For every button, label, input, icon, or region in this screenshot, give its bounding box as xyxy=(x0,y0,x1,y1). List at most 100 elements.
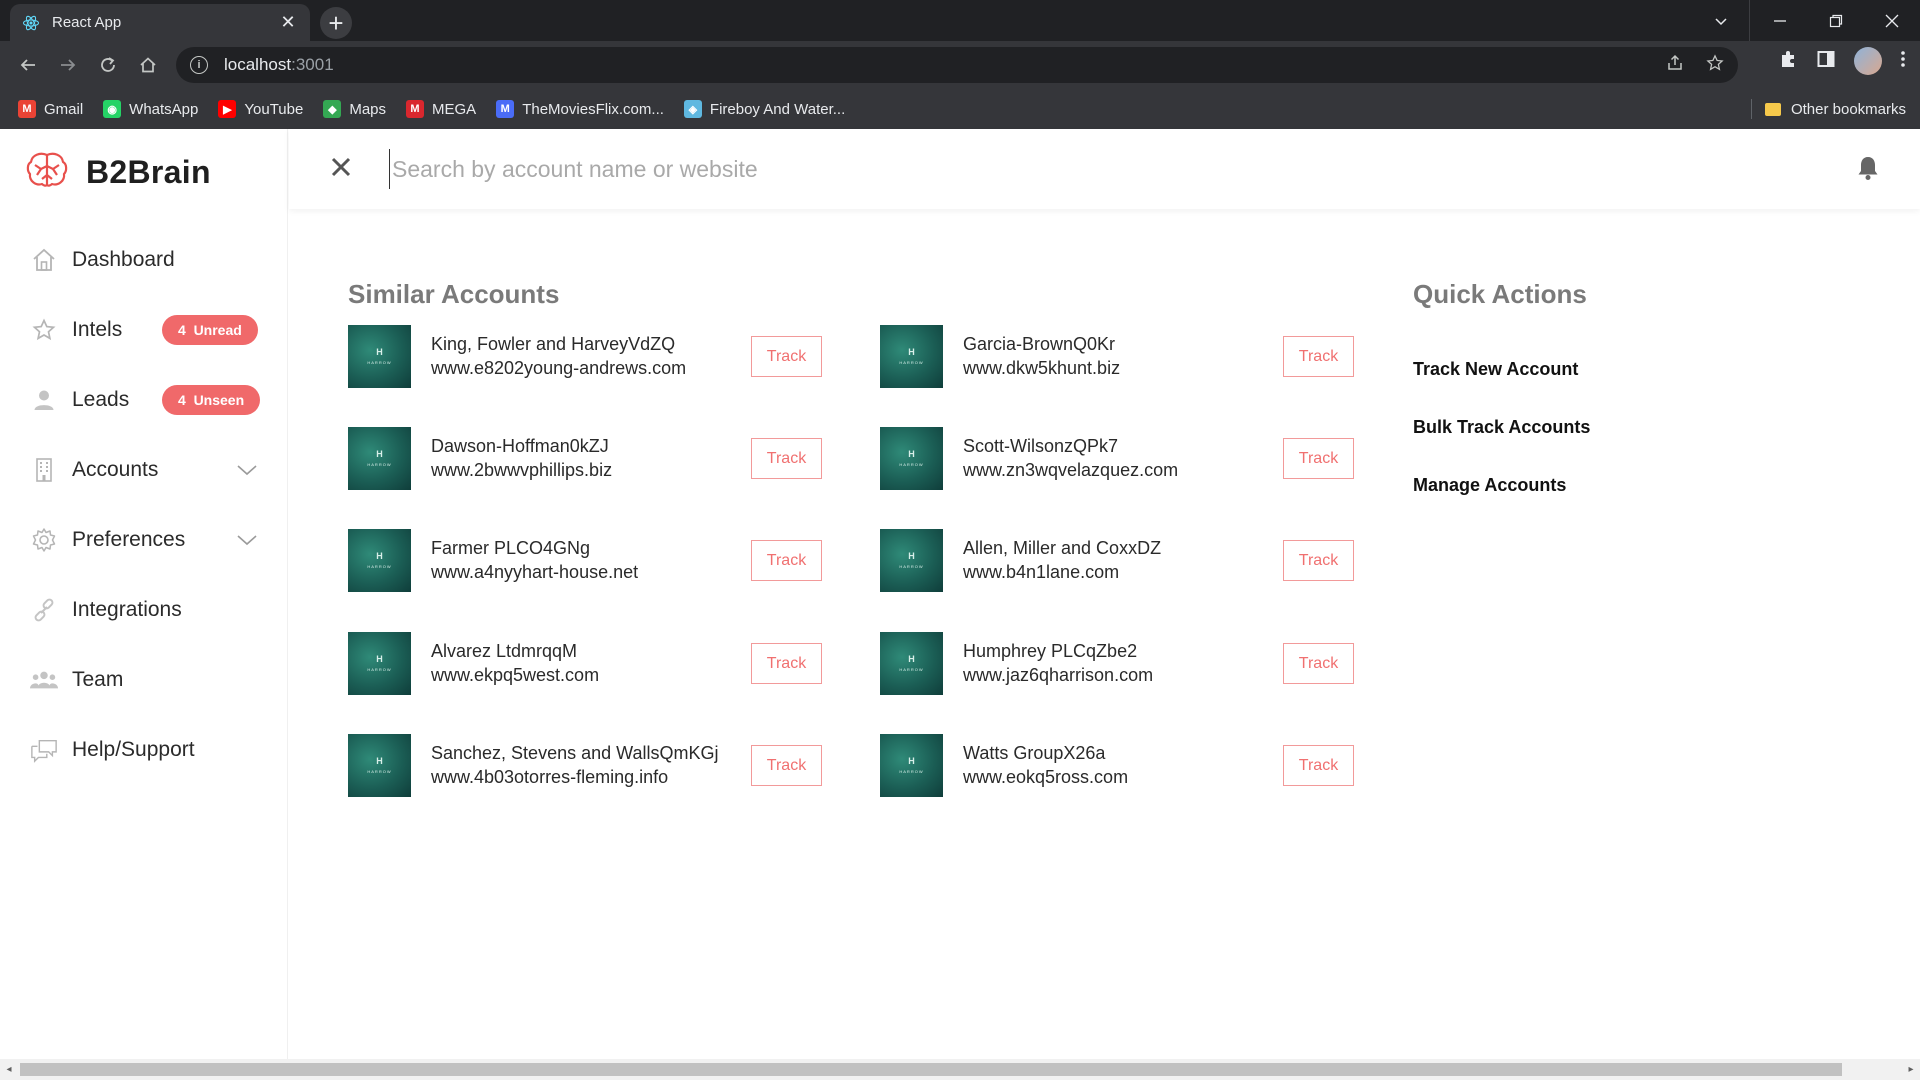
bookmark-item[interactable]: M TheMoviesFlix.com... xyxy=(496,100,664,118)
site-info-icon[interactable]: i xyxy=(190,56,208,74)
restore-button[interactable] xyxy=(1808,0,1864,41)
reload-icon[interactable] xyxy=(88,45,128,85)
sidebar-nav: Dashboard Intels 4 Unread Leads 4 Unseen xyxy=(30,225,270,785)
sidebar-item-leads[interactable]: Leads 4 Unseen xyxy=(30,365,270,435)
bookmark-star-icon[interactable] xyxy=(1706,53,1724,77)
account-website[interactable]: www.a4nyyhart-house.net xyxy=(431,560,741,584)
sidebar-item-preferences[interactable]: Preferences xyxy=(30,505,270,575)
forward-arrow-icon[interactable] xyxy=(48,45,88,85)
sidebar-item-label: Intels xyxy=(72,318,123,341)
moviesflix-icon: M xyxy=(496,100,515,118)
browser-menu-icon[interactable] xyxy=(1900,49,1906,74)
bookmark-item[interactable]: ▶ YouTube xyxy=(218,100,303,118)
scroll-left-arrow-icon[interactable]: ◂ xyxy=(4,1063,14,1076)
account-card[interactable]: H HARROW Allen, Miller and CoxxDZ www.b4n1l… xyxy=(880,528,1366,592)
sidebar-item-intels[interactable]: Intels 4 Unread xyxy=(30,295,270,365)
account-website[interactable]: www.zn3wqvelazquez.com xyxy=(963,458,1273,482)
bulk-track-accounts-link[interactable]: Bulk Track Accounts xyxy=(1413,398,1590,456)
share-icon[interactable] xyxy=(1666,54,1684,77)
track-button[interactable]: Track xyxy=(1283,336,1354,377)
account-card[interactable]: H HARROW Sanchez, Stevens and WallsQmKGj ww… xyxy=(348,733,834,797)
back-arrow-icon[interactable] xyxy=(8,45,48,85)
account-card[interactable]: H HARROW Watts GroupX26a www.eokq5ross.com T… xyxy=(880,733,1366,797)
sidebar-item-label: Preferences xyxy=(72,528,186,551)
track-button[interactable]: Track xyxy=(751,438,822,479)
sidebar-item-team[interactable]: Team xyxy=(30,645,270,715)
account-info: Allen, Miller and CoxxDZ www.b4n1lane.com xyxy=(963,536,1273,584)
account-card[interactable]: H HARROW Dawson-Hoffman0kZJ www.2bwwvphilli… xyxy=(348,426,834,490)
brand-logo[interactable]: B2Brain xyxy=(26,151,211,194)
account-info: Watts GroupX26a www.eokq5ross.com xyxy=(963,741,1273,789)
account-website[interactable]: www.4b03otorres-fleming.info xyxy=(431,765,741,789)
other-bookmarks[interactable]: Other bookmarks xyxy=(1764,101,1906,118)
account-card[interactable]: H HARROW Scott-WilsonzQPk7 www.zn3wqvelazqu… xyxy=(880,426,1366,490)
sidebar-item-help[interactable]: Help/Support xyxy=(30,715,270,785)
bookmark-label: Fireboy And Water... xyxy=(709,100,846,118)
account-website[interactable]: www.2bwwvphillips.biz xyxy=(431,458,741,482)
logo-word: HARROW xyxy=(367,768,392,774)
account-card[interactable]: H HARROW King, Fowler and HarveyVdZQ www.e8… xyxy=(348,324,834,388)
bookmark-item[interactable]: ◆ Maps xyxy=(323,100,386,118)
minimize-button[interactable] xyxy=(1752,0,1808,41)
horizontal-scrollbar[interactable]: ◂ ▸ xyxy=(0,1059,1920,1080)
address-bar[interactable]: i localhost:3001 xyxy=(176,47,1738,83)
track-button[interactable]: Track xyxy=(1283,745,1354,786)
chevron-down-icon[interactable] xyxy=(236,459,258,483)
tab-close-icon[interactable]: ✕ xyxy=(278,12,298,33)
chevron-down-icon[interactable] xyxy=(236,529,258,553)
close-icon[interactable] xyxy=(329,155,353,179)
account-website[interactable]: www.e8202young-andrews.com xyxy=(431,356,741,380)
account-website[interactable]: www.ekpq5west.com xyxy=(431,663,741,687)
side-panel-icon[interactable] xyxy=(1816,49,1836,74)
home-button-icon[interactable] xyxy=(128,45,168,85)
scrollbar-thumb[interactable] xyxy=(20,1063,1842,1076)
manage-accounts-link[interactable]: Manage Accounts xyxy=(1413,456,1590,514)
extensions-icon[interactable] xyxy=(1778,49,1798,74)
track-button[interactable]: Track xyxy=(1283,540,1354,581)
account-website[interactable]: www.eokq5ross.com xyxy=(963,765,1273,789)
bookmark-item[interactable]: ◉ WhatsApp xyxy=(103,100,198,118)
account-website[interactable]: www.b4n1lane.com xyxy=(963,560,1273,584)
scroll-right-arrow-icon[interactable]: ▸ xyxy=(1906,1063,1916,1076)
sidebar-item-accounts[interactable]: Accounts xyxy=(30,435,270,505)
track-button[interactable]: Track xyxy=(751,643,822,684)
logo-word: HARROW xyxy=(367,563,392,569)
profile-avatar[interactable] xyxy=(1854,47,1882,75)
search-input[interactable] xyxy=(389,149,1289,189)
chat-icon xyxy=(30,736,58,764)
account-card[interactable]: H HARROW Garcia-BrownQ0Kr www.dkw5khunt.biz… xyxy=(880,324,1366,388)
bell-icon[interactable] xyxy=(1856,155,1880,186)
sidebar-item-label: Accounts xyxy=(72,458,159,481)
bookmarks-divider xyxy=(1751,99,1752,119)
track-button[interactable]: Track xyxy=(1283,438,1354,479)
sidebar-item-dashboard[interactable]: Dashboard xyxy=(30,225,270,295)
sidebar-item-integrations[interactable]: Integrations xyxy=(30,575,270,645)
logo-letter: H xyxy=(908,346,915,357)
bookmark-label: TheMoviesFlix.com... xyxy=(522,100,664,118)
track-button[interactable]: Track xyxy=(1283,643,1354,684)
track-new-account-link[interactable]: Track New Account xyxy=(1413,340,1590,398)
account-website[interactable]: www.jaz6qharrison.com xyxy=(963,663,1273,687)
account-card[interactable]: H HARROW Humphrey PLCqZbe2 www.jaz6qharriso… xyxy=(880,631,1366,695)
track-button[interactable]: Track xyxy=(751,745,822,786)
account-name: Dawson-Hoffman0kZJ xyxy=(431,436,609,456)
account-website[interactable]: www.dkw5khunt.biz xyxy=(963,356,1273,380)
bookmark-label: Gmail xyxy=(44,100,84,118)
account-name: Farmer PLCO4GNg xyxy=(431,538,591,558)
account-info: Scott-WilsonzQPk7 www.zn3wqvelazquez.com xyxy=(963,434,1273,482)
track-button[interactable]: Track xyxy=(751,336,822,377)
tab-search-icon[interactable] xyxy=(1693,0,1749,41)
bookmark-item[interactable]: M MEGA xyxy=(406,100,476,118)
similar-accounts-title: Similar Accounts xyxy=(348,279,560,309)
close-window-button[interactable] xyxy=(1864,0,1920,41)
sidebar-item-label: Leads xyxy=(72,388,130,411)
track-button[interactable]: Track xyxy=(751,540,822,581)
new-tab-button[interactable]: + xyxy=(320,7,352,39)
account-card[interactable]: H HARROW Alvarez LtdmrqqM www.ekpq5west.com… xyxy=(348,631,834,695)
account-info: Garcia-BrownQ0Kr www.dkw5khunt.biz xyxy=(963,332,1273,380)
bookmark-item[interactable]: ◈ Fireboy And Water... xyxy=(683,100,846,118)
bookmark-item[interactable]: M Gmail xyxy=(18,100,83,118)
account-name: Sanchez, Stevens and WallsQmKGj xyxy=(431,743,719,763)
browser-tab[interactable]: React App ✕ xyxy=(10,4,310,41)
account-card[interactable]: H HARROW Farmer PLCO4GNg www.a4nyyhart-hous… xyxy=(348,528,834,592)
